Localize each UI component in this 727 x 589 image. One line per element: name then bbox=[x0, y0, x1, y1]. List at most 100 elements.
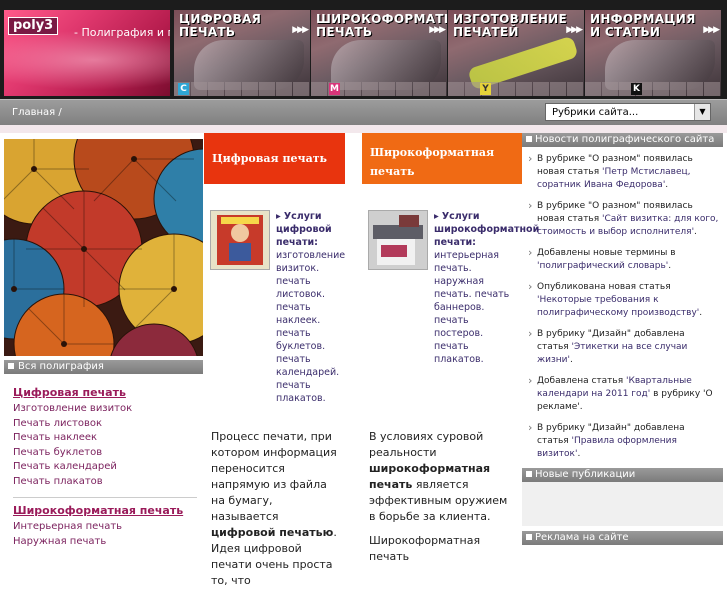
plotter-illustration bbox=[369, 211, 427, 269]
digital-services-list[interactable]: изготовление визиток. печать листовок. п… bbox=[276, 250, 345, 404]
sidebar-item[interactable]: Печать календарей bbox=[13, 460, 203, 475]
wide-services-list[interactable]: интерьерная печать. наружная печать. печ… bbox=[434, 250, 509, 365]
sidebar: Вся полиграфия Цифровая печать Изготовле… bbox=[4, 360, 203, 549]
brand-banner[interactable]: poly3 - Полиграфия и печать bbox=[4, 10, 170, 96]
wide-header[interactable]: Широкоформатная печать bbox=[362, 133, 522, 184]
news-text: . bbox=[694, 227, 697, 237]
digital-intro-text: Процесс печати, при котором информация п… bbox=[211, 430, 337, 523]
color-strip bbox=[585, 82, 721, 96]
header: poly3 - Полиграфия и печать Цифровая печ… bbox=[0, 0, 727, 99]
news-list: В рубрике "О разном" появилась новая ста… bbox=[522, 147, 723, 461]
nav-label: Информация и статьи bbox=[590, 12, 696, 39]
news-header: Новости полиграфического сайта bbox=[522, 133, 723, 147]
sidebar-item[interactable]: Печать буклетов bbox=[13, 446, 203, 461]
movie-poster-illustration bbox=[211, 211, 269, 269]
news-text: . bbox=[569, 355, 573, 365]
news-item: Добавлена статья 'Квартальные календари … bbox=[528, 374, 719, 414]
publications-block: Новые публикации bbox=[522, 468, 723, 526]
digital-intro-bold: цифровой печатью bbox=[211, 526, 334, 539]
arrow-icon: ▶▶▶ bbox=[292, 25, 309, 35]
wide-services-text: ▸ Услуги широкоформатной печати: интерье… bbox=[434, 210, 539, 366]
news-title: Новости полиграфического сайта bbox=[535, 134, 715, 145]
publications-title: Новые публикации bbox=[535, 469, 636, 480]
rubrics-select[interactable]: Рубрики сайта... ▼ bbox=[545, 103, 711, 121]
sidebar-item[interactable]: Печать листовок bbox=[13, 417, 203, 432]
news-item: В рубрике "О разном" появилась новая ста… bbox=[528, 152, 719, 192]
sidebar-item[interactable]: Наружная печать bbox=[13, 535, 203, 550]
rubrics-select-value: Рубрики сайта... bbox=[552, 107, 639, 118]
sidebar-item[interactable]: Изготовление визиток bbox=[13, 402, 203, 417]
umbrellas-illustration bbox=[4, 139, 203, 356]
square-icon bbox=[8, 363, 14, 369]
color-strip bbox=[448, 82, 584, 96]
news-item: В рубрику "Дизайн" добавлена статья 'Пра… bbox=[528, 421, 719, 461]
news-text: Добавлены новые термины в bbox=[537, 248, 676, 258]
square-icon bbox=[526, 534, 532, 540]
wide-intro-text-3: Широкоформатная печать bbox=[369, 534, 481, 563]
cmyk-badge: K bbox=[631, 83, 642, 95]
news-text: . bbox=[665, 180, 669, 190]
publications-body bbox=[522, 482, 723, 526]
ads-block: Реклама на сайте bbox=[522, 531, 723, 545]
publications-header: Новые публикации bbox=[522, 468, 723, 482]
umbrellas-photo bbox=[4, 139, 203, 356]
divider bbox=[13, 497, 197, 498]
triangle-icon: ▸ bbox=[434, 211, 439, 222]
sidebar-item[interactable]: Печать плакатов bbox=[13, 475, 203, 490]
wide-title: Широкоформатная печать bbox=[370, 146, 495, 178]
nav-label: Широкоформатная печать bbox=[316, 12, 447, 39]
arrow-icon: ▶▶▶ bbox=[703, 25, 720, 35]
digital-title: Цифровая печать bbox=[212, 152, 327, 165]
sidebar-group-title[interactable]: Широкоформатная печать bbox=[13, 504, 203, 517]
sidebar-group-title[interactable]: Цифровая печать bbox=[13, 386, 203, 399]
digital-thumb-image[interactable] bbox=[210, 210, 270, 270]
nav-wide-format-printing[interactable]: Широкоформатная печать ▶▶▶ M bbox=[311, 10, 447, 96]
cmyk-badge: M bbox=[329, 83, 340, 95]
wide-thumb-image[interactable] bbox=[368, 210, 428, 270]
sidebar-title: Вся полиграфия bbox=[18, 361, 104, 372]
news-text: Добавлена статья bbox=[537, 376, 624, 386]
news-link[interactable]: 'полиграфический словарь' bbox=[537, 261, 668, 271]
digital-services-label[interactable]: Услуги цифровой печати: bbox=[276, 211, 332, 248]
news-text: . bbox=[699, 308, 703, 318]
wide-intro-text: В условиях суровой реальности bbox=[369, 430, 484, 459]
breadcrumb[interactable]: Главная / bbox=[12, 107, 62, 118]
news-link[interactable]: 'Некоторые требования к полиграфическому… bbox=[537, 295, 699, 318]
color-strip bbox=[174, 82, 310, 96]
site-tagline: - Полиграфия и печать bbox=[74, 26, 170, 39]
nav-digital-printing[interactable]: Цифровая печать ▶▶▶ C bbox=[174, 10, 310, 96]
news-text: . bbox=[668, 261, 672, 271]
arrow-icon: ▶▶▶ bbox=[566, 25, 583, 35]
square-icon bbox=[526, 136, 532, 142]
cmyk-badge: C bbox=[178, 83, 189, 95]
ads-header: Реклама на сайте bbox=[522, 531, 723, 545]
breadcrumb-bar: Главная / Рубрики сайта... ▼ bbox=[0, 99, 727, 126]
news-text: Опубликована новая статья bbox=[537, 282, 671, 292]
news-text: . bbox=[577, 449, 581, 459]
digital-services: ▸ Услуги цифровой печати: изготовление в… bbox=[210, 210, 350, 410]
sidebar-header: Вся полиграфия bbox=[4, 360, 203, 374]
nav-label: Изготовление печатей bbox=[453, 12, 567, 39]
nav-info-articles[interactable]: Информация и статьи ▶▶▶ K bbox=[585, 10, 721, 96]
digital-services-text: ▸ Услуги цифровой печати: изготовление в… bbox=[276, 210, 350, 405]
divider bbox=[0, 125, 727, 133]
news-item: В рубрике "О разном" появилась новая ста… bbox=[528, 199, 719, 239]
right-column: Новости полиграфического сайта В рубрике… bbox=[522, 133, 723, 545]
nav-stamps[interactable]: Изготовление печатей ▶▶▶ Y bbox=[448, 10, 584, 96]
sidebar-item[interactable]: Печать наклеек bbox=[13, 431, 203, 446]
news-item: В рубрику "Дизайн" добавлена статья 'Эти… bbox=[528, 327, 719, 367]
square-icon bbox=[526, 471, 532, 477]
wide-services: ▸ Услуги широкоформатной печати: интерье… bbox=[368, 210, 539, 410]
triangle-icon: ▸ bbox=[276, 211, 281, 222]
digital-header[interactable]: Цифровая печать bbox=[204, 133, 345, 184]
news-item: Добавлены новые термины в 'полиграфическ… bbox=[528, 246, 719, 273]
sidebar-group-wide: Широкоформатная печать Интерьерная печат… bbox=[13, 504, 203, 549]
sidebar-item[interactable]: Интерьерная печать bbox=[13, 520, 203, 535]
sidebar-group-digital: Цифровая печать Изготовление визиток Печ… bbox=[13, 386, 203, 489]
nav-label: Цифровая печать bbox=[179, 12, 262, 39]
site-logo[interactable]: poly3 bbox=[8, 17, 59, 35]
digital-intro: Процесс печати, при котором информация п… bbox=[211, 429, 343, 589]
chevron-down-icon[interactable]: ▼ bbox=[694, 104, 710, 120]
cmyk-badge: Y bbox=[480, 83, 491, 95]
arrow-icon: ▶▶▶ bbox=[429, 25, 446, 35]
